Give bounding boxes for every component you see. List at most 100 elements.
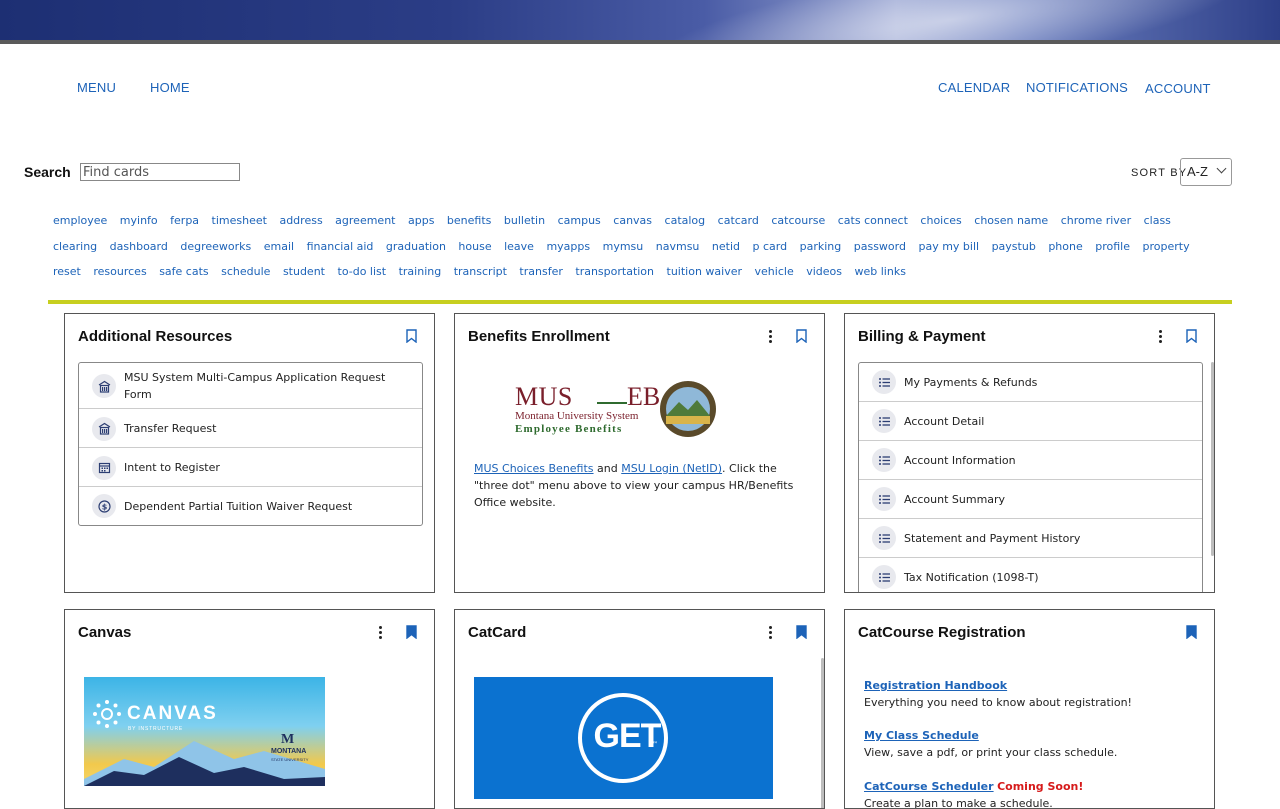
tag-link[interactable]: web links [855, 265, 906, 278]
tag-link[interactable]: degreeworks [180, 240, 251, 253]
tag-link[interactable]: bulletin [504, 214, 545, 227]
tag-link[interactable]: agreement [335, 214, 395, 227]
tag-link[interactable]: safe cats [159, 265, 208, 278]
tag-link[interactable]: to-do list [338, 265, 387, 278]
tag-link[interactable]: timesheet [212, 214, 267, 227]
tag-link[interactable]: videos [806, 265, 842, 278]
mus-choices-link[interactable]: MUS Choices Benefits [474, 462, 594, 475]
tag-link[interactable]: myinfo [120, 214, 158, 227]
bookmark-icon[interactable] [406, 329, 417, 343]
billing-list-item[interactable]: Account Detail [859, 402, 1202, 441]
tag-link[interactable]: campus [558, 214, 601, 227]
tag-link[interactable]: reset [53, 265, 81, 278]
tag-link[interactable]: choices [920, 214, 961, 227]
resource-list-item[interactable]: MSU System Multi-Campus Application Requ… [79, 363, 422, 409]
benefits-description: MUS Choices Benefits and MSU Login (NetI… [474, 460, 814, 511]
billing-list-item[interactable]: Tax Notification (1098-T) [859, 558, 1202, 592]
tag-link[interactable]: vehicle [755, 265, 794, 278]
canvas-logo-text: CANVAS [127, 703, 218, 724]
tag-link[interactable]: address [279, 214, 322, 227]
tag-link[interactable]: schedule [221, 265, 270, 278]
tag-link[interactable]: training [399, 265, 442, 278]
bookmark-icon[interactable] [796, 329, 807, 343]
tag-link[interactable]: parking [800, 240, 842, 253]
scrollbar[interactable] [821, 658, 824, 808]
more-options-icon[interactable] [379, 626, 383, 640]
card-benefits-enrollment: Benefits Enrollment MUS EB Montana Unive… [454, 313, 825, 593]
tag-link[interactable]: house [458, 240, 491, 253]
logo-line2: Employee Benefits [515, 423, 623, 435]
class-schedule-block: My Class Schedule View, save a pdf, or p… [864, 727, 1117, 761]
resource-list-item[interactable]: $ Dependent Partial Tuition Waiver Reques… [79, 487, 422, 525]
tag-link[interactable]: leave [504, 240, 534, 253]
nav-account-link[interactable]: ACCOUNT [1145, 81, 1211, 96]
tag-link[interactable]: catalog [665, 214, 706, 227]
tag-link[interactable]: chrome river [1061, 214, 1131, 227]
tag-link[interactable]: transcript [454, 265, 507, 278]
tag-link[interactable]: apps [408, 214, 434, 227]
billing-list-item[interactable]: Account Information [859, 441, 1202, 480]
more-options-icon[interactable] [1159, 330, 1163, 344]
nav-calendar-link[interactable]: CALENDAR [938, 80, 1010, 95]
tag-link[interactable]: password [854, 240, 906, 253]
tag-link[interactable]: property [1143, 240, 1190, 253]
chevron-down-icon [1216, 163, 1227, 174]
tag-link[interactable]: graduation [386, 240, 446, 253]
class-schedule-link[interactable]: My Class Schedule [864, 727, 1117, 744]
search-input[interactable] [80, 163, 240, 181]
tag-link[interactable]: profile [1095, 240, 1130, 253]
tag-link[interactable]: financial aid [307, 240, 374, 253]
logo-line [597, 402, 627, 404]
tag-link[interactable]: netid [712, 240, 740, 253]
registration-handbook-link[interactable]: Registration Handbook [864, 677, 1132, 694]
tag-link[interactable]: mymsu [603, 240, 644, 253]
card-additional-resources: Additional Resources MSU System Multi-Ca… [64, 313, 435, 593]
tag-link[interactable]: canvas [613, 214, 652, 227]
sort-select[interactable]: A-Z [1180, 158, 1232, 186]
scheduler-link[interactable]: CatCourse Scheduler [864, 780, 994, 793]
tag-link[interactable]: benefits [447, 214, 491, 227]
bookmark-icon[interactable] [406, 625, 417, 639]
bookmark-icon[interactable] [1186, 625, 1197, 639]
tag-link[interactable]: clearing [53, 240, 97, 253]
tag-link[interactable]: pay my bill [918, 240, 979, 253]
tag-link[interactable]: resources [93, 265, 146, 278]
bookmark-icon[interactable] [1186, 329, 1197, 343]
tag-link[interactable]: cats connect [838, 214, 908, 227]
tag-link[interactable]: phone [1048, 240, 1082, 253]
tag-link[interactable]: transportation [575, 265, 654, 278]
coming-soon-badge: Coming Soon! [997, 780, 1084, 793]
resource-list-item[interactable]: Transfer Request [79, 409, 422, 448]
tag-link[interactable]: paystub [992, 240, 1036, 253]
nav-notifications-link[interactable]: NOTIFICATIONS [1026, 80, 1128, 95]
tag-filter-list: employee myinfo ferpa timesheet address … [53, 208, 1233, 285]
bookmark-icon[interactable] [796, 625, 807, 639]
search-label: Search [24, 164, 71, 180]
tag-link[interactable]: myapps [546, 240, 590, 253]
tag-link[interactable]: tuition waiver [667, 265, 743, 278]
nav-menu-link[interactable]: MENU [77, 80, 116, 95]
more-options-icon[interactable] [769, 626, 773, 640]
tag-link[interactable]: email [264, 240, 294, 253]
billing-list-item[interactable]: My Payments & Refunds [859, 363, 1202, 402]
tag-link[interactable]: transfer [519, 265, 562, 278]
resource-list-item[interactable]: Intent to Register [79, 448, 422, 487]
tag-link[interactable]: ferpa [170, 214, 199, 227]
msu-login-link[interactable]: MSU Login (NetID) [621, 462, 722, 475]
tag-link[interactable]: employee [53, 214, 107, 227]
scrollbar[interactable] [1211, 362, 1214, 556]
billing-label: Account Detail [904, 414, 985, 428]
tag-link[interactable]: navmsu [656, 240, 700, 253]
nav-home-link[interactable]: HOME [150, 80, 190, 95]
tag-link[interactable]: chosen name [974, 214, 1048, 227]
more-options-icon[interactable] [769, 330, 773, 344]
card-title: CatCourse Registration [858, 624, 1026, 641]
tag-link[interactable]: p card [753, 240, 788, 253]
tag-link[interactable]: student [283, 265, 325, 278]
tag-link[interactable]: catcourse [771, 214, 825, 227]
tag-link[interactable]: class [1144, 214, 1171, 227]
billing-list-item[interactable]: Statement and Payment History [859, 519, 1202, 558]
tag-link[interactable]: dashboard [110, 240, 168, 253]
billing-list-item[interactable]: Account Summary [859, 480, 1202, 519]
tag-link[interactable]: catcard [718, 214, 759, 227]
